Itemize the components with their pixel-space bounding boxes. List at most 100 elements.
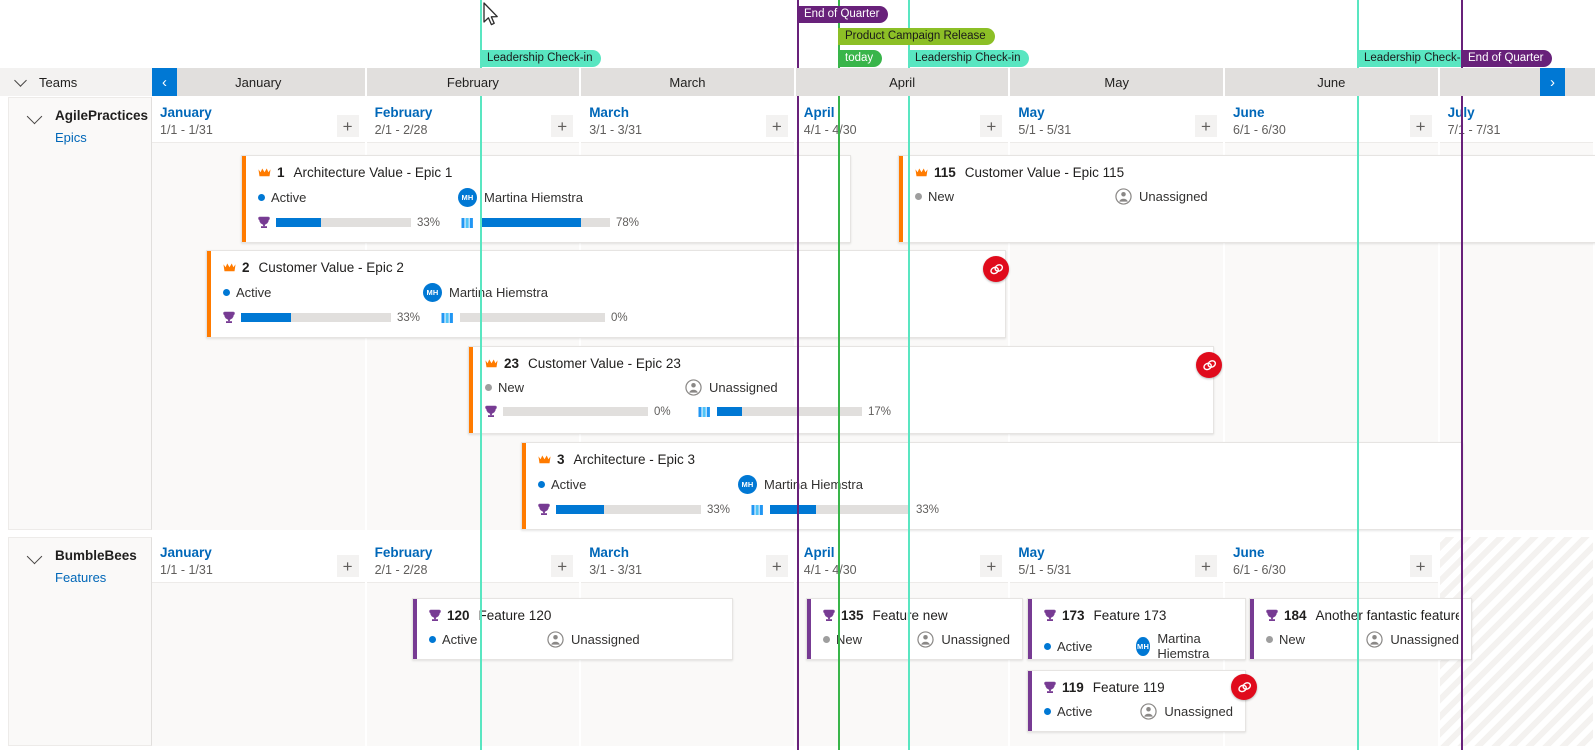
work-item-title: Feature 120	[479, 608, 552, 623]
unassigned-avatar-icon	[685, 379, 702, 396]
column-month-label: February	[375, 545, 580, 560]
scroll-left-button[interactable]: ‹	[152, 68, 177, 96]
teams-header-label: Teams	[39, 75, 77, 90]
month-header-may: May	[1010, 68, 1223, 96]
milestone-marker-pill[interactable]: today	[838, 50, 882, 67]
work-item-title: Customer Value - Epic 115	[965, 165, 1124, 180]
add-item-button[interactable]: +	[1410, 555, 1432, 577]
column-month-label: May	[1018, 545, 1223, 560]
assignee: Unassigned	[685, 379, 778, 396]
assignee-name: Martina Hiemstra	[764, 477, 863, 492]
progress-percent: 78%	[616, 217, 642, 229]
work-item-card[interactable]: 120Feature 120ActiveUnassigned	[412, 598, 733, 660]
progress-fill	[770, 505, 816, 514]
column-header: March3/1 - 3/31+	[581, 537, 794, 583]
card-color-rail	[1250, 599, 1254, 659]
work-item-card[interactable]: 115Customer Value - Epic 115NewUnassigne…	[898, 155, 1595, 243]
milestone-marker-pill[interactable]: Leadership Check-in	[480, 50, 601, 67]
add-item-button[interactable]: +	[337, 115, 359, 137]
trophy-icon	[429, 609, 441, 622]
assignee-name: Unassigned	[1139, 189, 1208, 204]
work-item-id: 3	[557, 452, 565, 467]
progress-indicator: 33%	[751, 504, 942, 516]
work-item-id: 115	[934, 165, 956, 180]
column-date-range: 6/1 - 6/30	[1233, 563, 1438, 577]
work-item-title: Customer Value - Epic 23	[528, 356, 681, 371]
team-name: AgilePractices T...	[55, 108, 151, 123]
unassigned-avatar-icon	[1140, 703, 1157, 720]
progress-indicator: 0%	[485, 405, 680, 418]
crown-icon	[258, 167, 271, 178]
work-item-card[interactable]: 3Architecture - Epic 3ActiveMHMartina Hi…	[521, 442, 1463, 530]
month-header-july	[1440, 68, 1595, 96]
assignee-name: Martina Hiemstra	[1157, 631, 1233, 661]
trophy-icon	[1044, 681, 1056, 694]
progress-track	[556, 505, 701, 514]
work-item-card[interactable]: 184Another fantastic featureNewUnassigne…	[1249, 598, 1472, 660]
month-header-february: February	[367, 68, 580, 96]
assignee-name: Martina Hiemstra	[484, 190, 583, 205]
dependency-link-badge[interactable]	[1196, 352, 1222, 378]
work-item-card[interactable]: 119Feature 119ActiveUnassigned	[1027, 670, 1246, 732]
column-date-range: 2/1 - 2/28	[375, 563, 580, 577]
chevron-down-icon[interactable]	[27, 109, 43, 125]
work-item-card[interactable]: 135Feature newNewUnassigned	[806, 598, 1023, 660]
milestone-marker-pill[interactable]: End of Quarter	[797, 6, 888, 23]
work-item-state: New	[485, 380, 685, 395]
progress-percent: 33%	[707, 504, 733, 516]
assignee-name: Martina Hiemstra	[449, 285, 548, 300]
milestone-marker-pill[interactable]: End of Quarter	[1461, 50, 1552, 67]
state-dot	[1044, 708, 1051, 715]
progress-track	[241, 313, 391, 322]
state-label: Active	[442, 632, 477, 647]
work-item-state: Active	[223, 285, 423, 300]
teams-header[interactable]: Teams	[0, 68, 152, 96]
add-item-button[interactable]: +	[337, 555, 359, 577]
add-item-button[interactable]: +	[1195, 555, 1217, 577]
progress-track	[717, 407, 862, 416]
progress-percent: 17%	[868, 406, 894, 418]
state-label: New	[1279, 632, 1305, 647]
column-month-label: June	[1233, 545, 1438, 560]
chevron-down-icon[interactable]	[27, 549, 43, 565]
work-item-card[interactable]: 1Architecture Value - Epic 1ActiveMHMart…	[241, 155, 851, 243]
month-header-march: March	[581, 68, 794, 96]
state-label: Active	[1057, 639, 1092, 654]
add-item-button[interactable]: +	[1410, 115, 1432, 137]
milestone-marker-pill[interactable]: Product Campaign Release	[838, 28, 995, 45]
add-item-button[interactable]: +	[551, 555, 573, 577]
work-item-card[interactable]: 173Feature 173ActiveMHMartina Hiemstra	[1027, 598, 1246, 660]
state-dot	[223, 289, 230, 296]
work-item-id: 184	[1284, 608, 1307, 623]
add-item-button[interactable]: +	[551, 115, 573, 137]
add-item-button[interactable]: +	[980, 555, 1002, 577]
column-date-range: 6/1 - 6/30	[1233, 123, 1438, 137]
work-item-title: Architecture Value - Epic 1	[294, 165, 453, 180]
backlog-level-link[interactable]: Features	[55, 570, 151, 585]
work-item-card[interactable]: 23Customer Value - Epic 23NewUnassigned0…	[468, 346, 1214, 434]
trophy-icon	[1266, 609, 1278, 622]
progress-percent: 33%	[417, 217, 443, 229]
backlog-level-link[interactable]: Epics	[55, 130, 151, 145]
month-header-april: April	[796, 68, 1009, 96]
progress-track	[770, 505, 910, 514]
add-item-button[interactable]: +	[980, 115, 1002, 137]
assignee: Unassigned	[547, 631, 640, 648]
avatar: MH	[423, 283, 442, 302]
trophy-icon	[258, 216, 270, 229]
chevron-down-icon	[14, 74, 27, 87]
card-color-rail	[1028, 599, 1032, 659]
state-label: Active	[236, 285, 271, 300]
state-dot	[1266, 636, 1273, 643]
dependency-link-badge[interactable]	[1231, 674, 1257, 700]
work-item-card[interactable]: 2Customer Value - Epic 2ActiveMHMartina …	[206, 250, 1006, 338]
assignee-name: Unassigned	[709, 380, 778, 395]
add-item-button[interactable]: +	[766, 115, 788, 137]
assignee: Unassigned	[1115, 188, 1208, 205]
milestone-marker-pill[interactable]: Leadership Check-in	[908, 50, 1029, 67]
add-item-button[interactable]: +	[1195, 115, 1217, 137]
add-item-button[interactable]: +	[766, 555, 788, 577]
dependency-link-badge[interactable]	[983, 256, 1009, 282]
trophy-icon	[538, 503, 550, 516]
scroll-right-button[interactable]: ›	[1540, 68, 1565, 96]
